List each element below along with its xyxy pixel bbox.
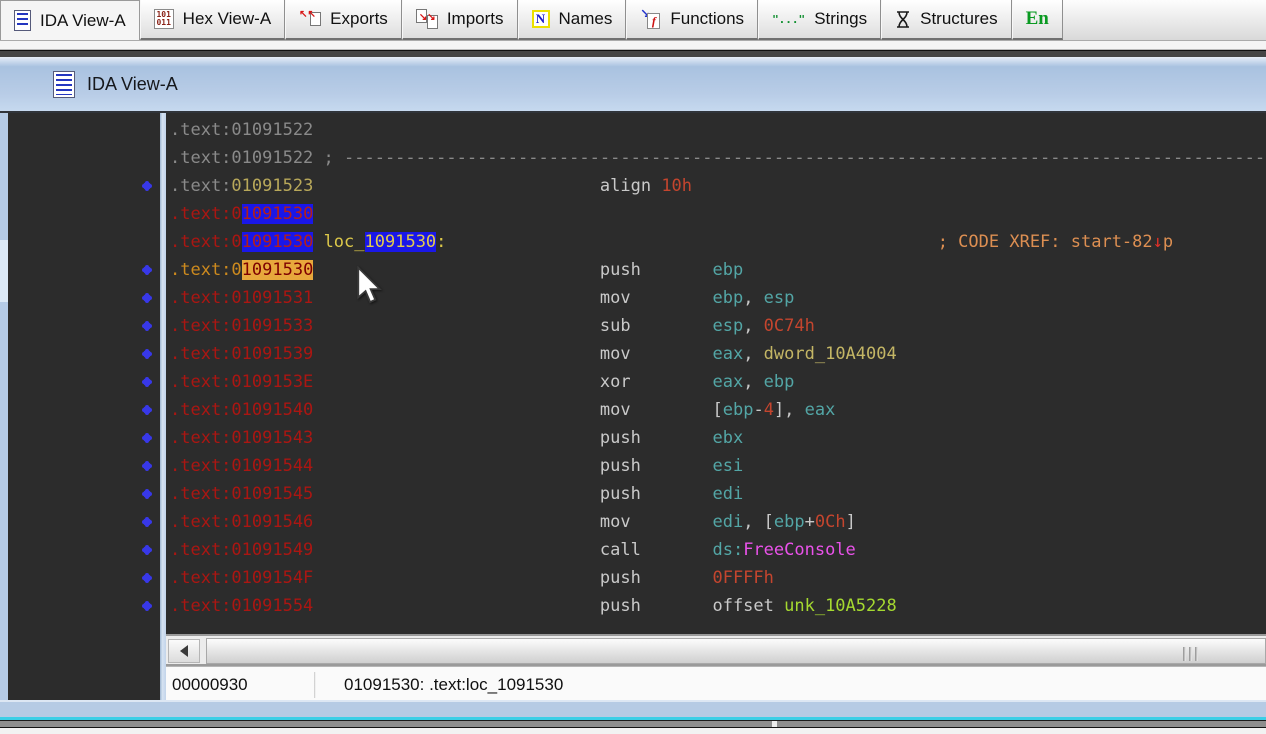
ida-pro-window: IDA View-A 101011 Hex View-A ↖↖ Exports ↘↘ Imp… bbox=[0, 0, 1266, 734]
tab-label: Exports bbox=[330, 9, 388, 29]
tab-label: Names bbox=[559, 9, 613, 29]
code-dot bbox=[143, 490, 151, 498]
strings-icon: "..." bbox=[772, 13, 805, 26]
asm-line[interactable]: .text:01091530 loc_1091530: ; CODE XREF:… bbox=[170, 228, 1266, 256]
tab-label: Strings bbox=[814, 9, 867, 29]
code-dot bbox=[143, 294, 151, 302]
tab-label: Structures bbox=[920, 9, 997, 29]
tab-hex-view-a[interactable]: 101011 Hex View-A bbox=[140, 0, 286, 40]
asm-line[interactable]: .text:01091545 push edi bbox=[170, 480, 1266, 508]
asm-line[interactable]: .text:01091544 push esi bbox=[170, 452, 1266, 480]
asm-line[interactable]: .text:01091549 call ds:FreeConsole bbox=[170, 536, 1266, 564]
tab-functions[interactable]: ↘f Functions bbox=[626, 0, 758, 40]
asm-line[interactable]: .text:01091530 bbox=[170, 200, 1266, 228]
scroll-left-button[interactable] bbox=[168, 639, 200, 663]
panel-edge-divider bbox=[772, 721, 777, 727]
asm-lines: .text:01091522.text:01091522 ; ---------… bbox=[166, 113, 1266, 620]
scrollbar-grip-icon bbox=[1183, 647, 1201, 661]
exports-icon: ↖↖ bbox=[299, 9, 321, 29]
code-dot bbox=[143, 602, 151, 610]
code-dot bbox=[143, 378, 151, 386]
lower-panel-top bbox=[0, 728, 1266, 734]
mdi-window-titlebar[interactable]: IDA View-A bbox=[0, 57, 1266, 113]
functions-icon: ↘f bbox=[640, 9, 661, 29]
code-dot bbox=[143, 406, 151, 414]
scrollbar-thumb[interactable] bbox=[206, 638, 1266, 664]
code-dot bbox=[143, 322, 151, 330]
asm-line[interactable]: .text:01091539 mov eax, dword_10A4004 bbox=[170, 340, 1266, 368]
code-dot bbox=[143, 182, 151, 190]
left-edge-scroll-thumb[interactable] bbox=[0, 240, 8, 302]
imports-icon: ↘↘ bbox=[416, 9, 438, 29]
tab-imports[interactable]: ↘↘ Imports bbox=[402, 0, 518, 40]
file-offset-value: 00000930 bbox=[166, 675, 314, 695]
ida-view-document-icon bbox=[14, 10, 31, 31]
tab-label: IDA View-A bbox=[40, 11, 126, 31]
breakpoint-margin[interactable] bbox=[8, 113, 160, 702]
enums-icon: En bbox=[1026, 8, 1049, 30]
asm-line[interactable]: .text:01091522 ; -----------------------… bbox=[170, 144, 1266, 172]
tab-strings[interactable]: "..." Strings bbox=[758, 0, 881, 40]
asm-line[interactable]: .text:01091523 align 10h bbox=[170, 172, 1266, 200]
asm-line[interactable]: .text:01091554 push offset unk_10A5228 bbox=[170, 592, 1266, 620]
code-dot bbox=[143, 546, 151, 554]
horizontal-scrollbar[interactable] bbox=[166, 634, 1266, 666]
tab-ida-view-a[interactable]: IDA View-A bbox=[0, 0, 140, 40]
names-icon: N bbox=[532, 10, 550, 28]
asm-line[interactable]: .text:0109154F push 0FFFFh bbox=[170, 564, 1266, 592]
asm-line[interactable]: .text:0109153E xor eax, ebp bbox=[170, 368, 1266, 396]
window-top-border bbox=[0, 50, 1266, 57]
tab-enums[interactable]: En bbox=[1012, 0, 1063, 40]
hex-view-icon: 101011 bbox=[154, 9, 174, 29]
status-separator bbox=[314, 672, 316, 698]
code-dot bbox=[143, 462, 151, 470]
asm-line[interactable]: .text:01091531 mov ebp, esp bbox=[170, 284, 1266, 312]
tab-names[interactable]: N Names bbox=[518, 0, 627, 40]
disassembly-view[interactable]: .text:01091522.text:01091522 ; ---------… bbox=[166, 113, 1266, 634]
code-dot bbox=[143, 350, 151, 358]
window-title: IDA View-A bbox=[87, 74, 178, 95]
view-tab-bar: IDA View-A 101011 Hex View-A ↖↖ Exports ↘↘ Imp… bbox=[0, 0, 1266, 41]
left-edge-strip bbox=[0, 113, 8, 702]
left-arrow-icon bbox=[180, 645, 188, 657]
tab-label: Hex View-A bbox=[183, 9, 272, 29]
code-dot bbox=[143, 434, 151, 442]
tab-label: Functions bbox=[670, 9, 744, 29]
asm-line[interactable]: .text:01091533 sub esp, 0C74h bbox=[170, 312, 1266, 340]
tab-structures[interactable]: Structures bbox=[881, 0, 1011, 40]
tab-label: Imports bbox=[447, 9, 504, 29]
code-dot bbox=[143, 574, 151, 582]
mdi-background-strip bbox=[0, 702, 1266, 717]
asm-line[interactable]: .text:01091543 push ebx bbox=[170, 424, 1266, 452]
asm-line[interactable]: .text:01091530 push ebp bbox=[170, 256, 1266, 284]
asm-line[interactable]: .text:01091522 bbox=[170, 116, 1266, 144]
code-dot bbox=[143, 266, 151, 274]
tab-exports[interactable]: ↖↖ Exports bbox=[285, 0, 402, 40]
code-dot bbox=[143, 518, 151, 526]
toolbar-spacer bbox=[0, 41, 1266, 50]
mouse-cursor-icon bbox=[356, 266, 382, 304]
status-bar: 00000930 01091530: .text:loc_1091530 bbox=[166, 666, 1266, 702]
ida-view-document-icon bbox=[53, 71, 75, 98]
current-location-value: 01091530: .text:loc_1091530 bbox=[344, 675, 563, 695]
asm-line[interactable]: .text:01091540 mov [ebp-4], eax bbox=[170, 396, 1266, 424]
asm-line[interactable]: .text:01091546 mov edi, [ebp+0Ch] bbox=[170, 508, 1266, 536]
docked-panel-edge[interactable] bbox=[0, 720, 1266, 728]
structures-icon bbox=[895, 10, 911, 29]
